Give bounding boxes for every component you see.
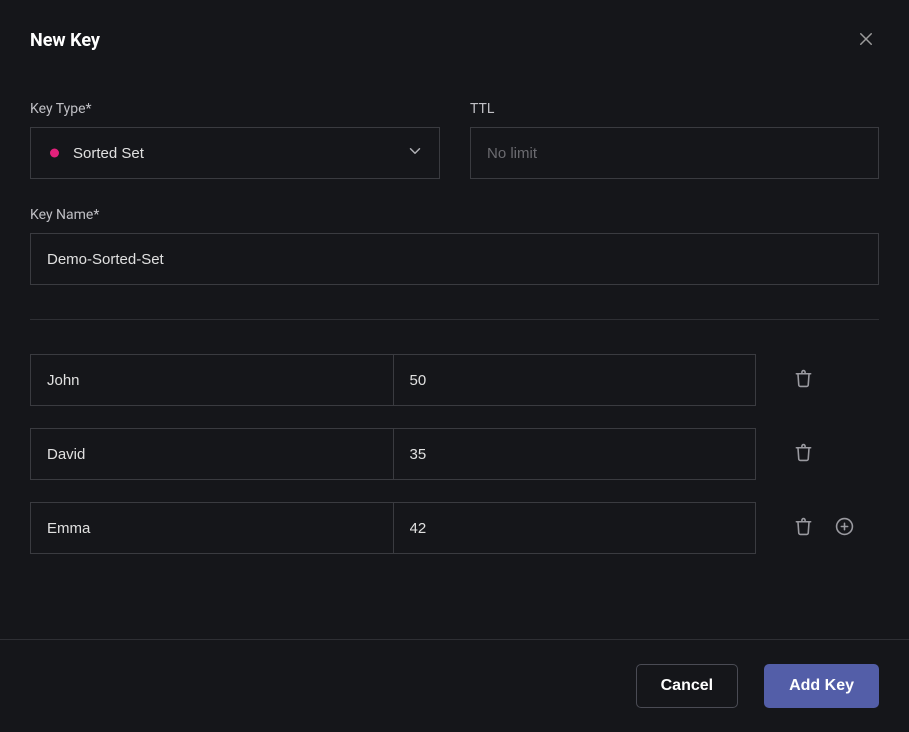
member-score-input[interactable] — [394, 354, 757, 406]
divider — [30, 319, 879, 320]
cancel-button[interactable]: Cancel — [636, 664, 738, 708]
key-name-input[interactable] — [30, 233, 879, 285]
key-type-label: Key Type* — [30, 101, 440, 117]
key-name-field: Key Name* — [30, 207, 879, 285]
ttl-field: TTL — [470, 101, 879, 179]
trash-icon — [794, 369, 813, 391]
row-actions — [792, 441, 815, 467]
key-name-label: Key Name* — [30, 207, 879, 223]
delete-member-button[interactable] — [792, 367, 815, 393]
member-name-input[interactable] — [30, 502, 394, 554]
member-name-input[interactable] — [30, 428, 394, 480]
member-inputs — [30, 428, 756, 480]
dialog-body: Key Type* TTL Key Name* — [0, 65, 909, 639]
ttl-label: TTL — [470, 101, 879, 117]
member-row — [30, 502, 879, 554]
member-score-input[interactable] — [394, 428, 757, 480]
dialog-footer: Cancel Add Key — [0, 639, 909, 732]
top-fields-row: Key Type* TTL — [30, 101, 879, 179]
member-inputs — [30, 502, 756, 554]
trash-icon — [794, 443, 813, 465]
trash-icon — [794, 517, 813, 539]
close-icon — [857, 30, 875, 51]
close-button[interactable] — [853, 26, 879, 55]
dialog-title: New Key — [30, 30, 100, 51]
members-list — [30, 354, 879, 554]
member-row — [30, 428, 879, 480]
new-key-dialog: New Key Key Type* TTL — [0, 0, 909, 732]
add-member-button[interactable] — [833, 515, 856, 541]
sorted-set-dot-icon — [50, 149, 59, 158]
delete-member-button[interactable] — [792, 441, 815, 467]
member-name-input[interactable] — [30, 354, 394, 406]
key-type-field: Key Type* — [30, 101, 440, 179]
row-actions — [792, 515, 856, 541]
dialog-header: New Key — [0, 0, 909, 65]
plus-circle-icon — [835, 517, 854, 539]
member-row — [30, 354, 879, 406]
key-type-input[interactable] — [30, 127, 440, 179]
key-type-select[interactable] — [30, 127, 440, 179]
member-inputs — [30, 354, 756, 406]
ttl-input[interactable] — [470, 127, 879, 179]
delete-member-button[interactable] — [792, 515, 815, 541]
add-key-button[interactable]: Add Key — [764, 664, 879, 708]
member-score-input[interactable] — [394, 502, 757, 554]
row-actions — [792, 367, 815, 393]
